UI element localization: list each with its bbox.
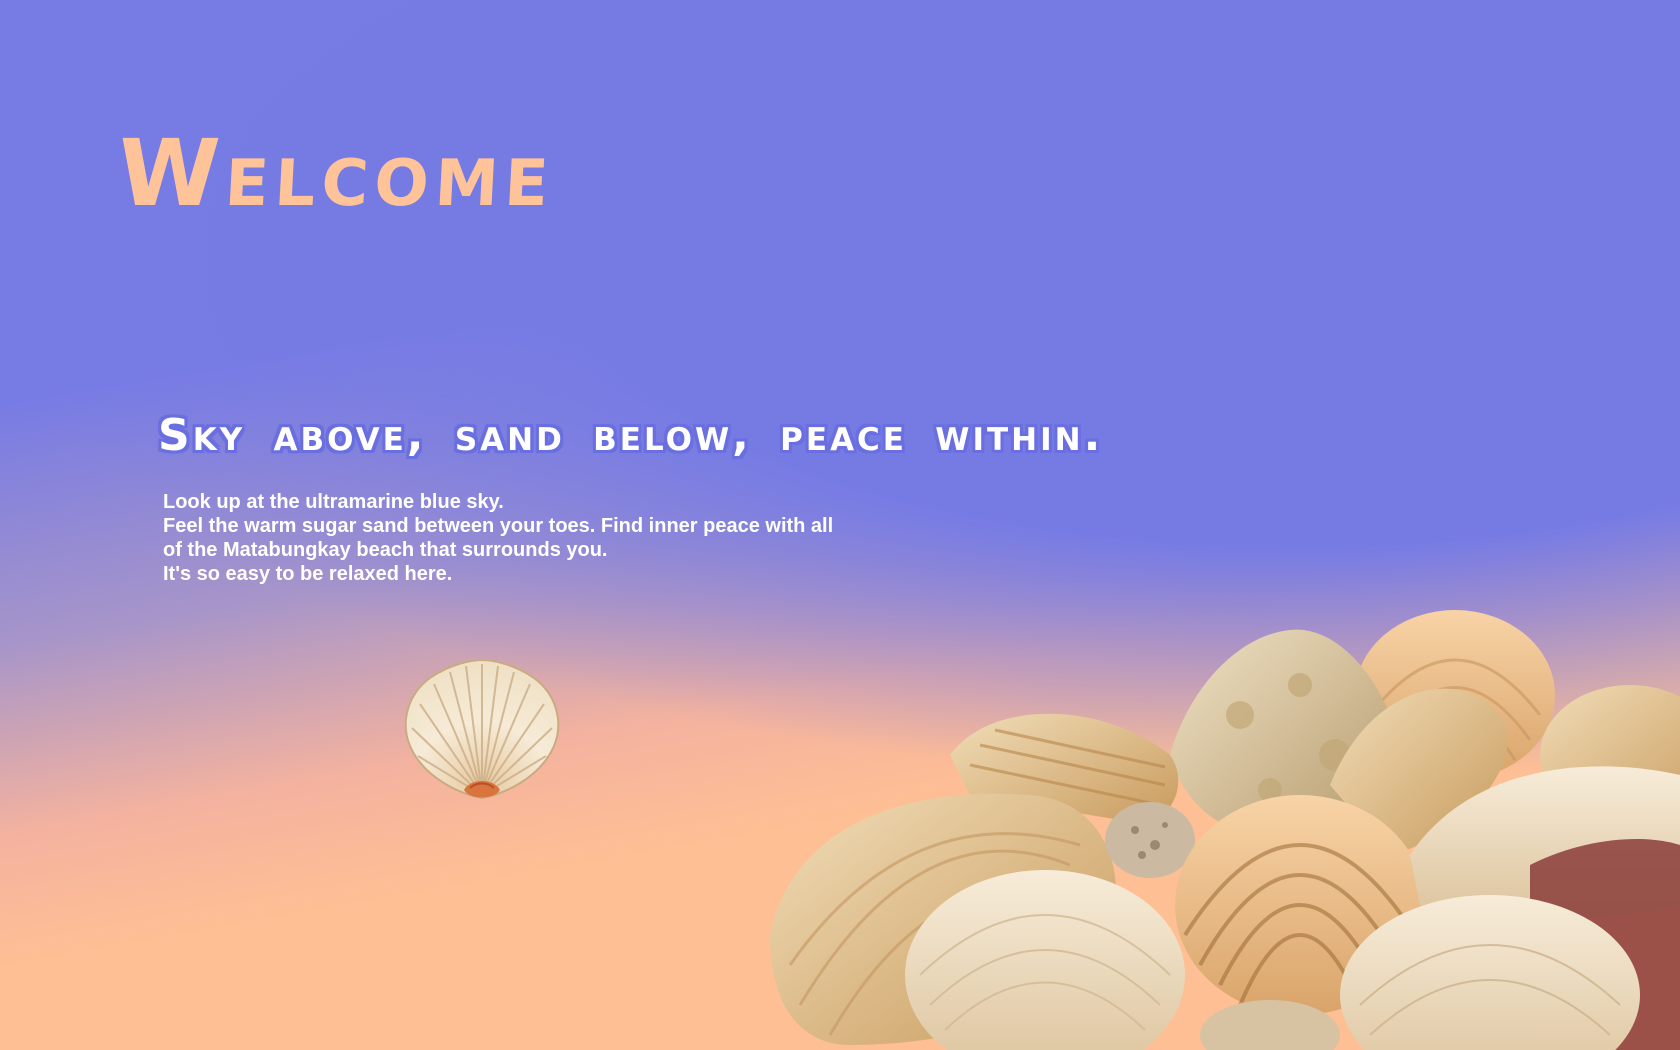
description-line: of the Matabungkay beach that surrounds … <box>163 539 608 561</box>
description-line: Look up at the ultramarine blue sky. <box>163 491 504 513</box>
tagline-heading: Sky above, sand below, peace within. <box>158 410 1104 461</box>
description-text: Look up at the ultramarine blue sky. Fee… <box>163 490 923 586</box>
landing-page: Welcome Sky above, sand below, peace wit… <box>0 0 1680 1050</box>
welcome-title: Welcome <box>115 120 558 227</box>
description-line: It's so easy to be relaxed here. <box>163 563 453 585</box>
seashell-pile-image <box>770 610 1680 1050</box>
description-line: Feel the warm sugar sand between your to… <box>163 515 834 537</box>
scallop-shell-icon <box>404 660 560 800</box>
